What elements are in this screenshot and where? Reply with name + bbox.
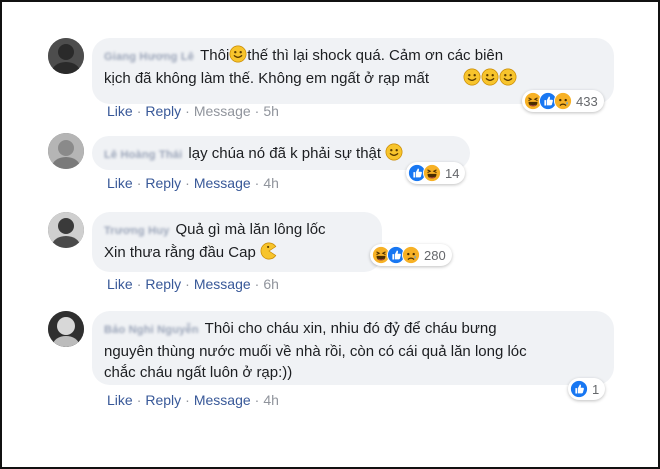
comment-timestamp[interactable]: 4h: [263, 175, 279, 191]
comment-timestamp[interactable]: 6h: [263, 276, 279, 292]
comment-text-line: Quả gì mà lăn lông lốc: [175, 221, 326, 238]
like-button[interactable]: Like: [107, 392, 133, 408]
slightly-smiling-emoji-icon: [499, 68, 517, 86]
comment-text-line: thế thì lại shock quá. Cảm ơn các biên: [247, 47, 504, 64]
separator-dot: ·: [136, 392, 142, 408]
avatar[interactable]: [48, 212, 84, 248]
reaction-count: 433: [576, 93, 598, 109]
comment-text-line: Thôi: [200, 47, 230, 64]
sad-reaction-icon: [554, 92, 572, 110]
comment-author[interactable]: Trương Huy: [104, 225, 169, 237]
reaction-summary[interactable]: 1: [568, 378, 606, 400]
reaction-summary[interactable]: 433: [522, 90, 604, 112]
separator-dot: ·: [254, 276, 260, 292]
comment-actions: Like · Reply · Message · 5h: [107, 103, 279, 119]
slightly-smiling-emoji-icon: [463, 68, 481, 86]
avatar[interactable]: [48, 133, 84, 169]
pacman-emoji-icon: [260, 242, 278, 260]
separator-dot: ·: [185, 392, 190, 408]
separator-dot: ·: [136, 175, 142, 191]
reply-button[interactable]: Reply: [145, 276, 181, 292]
comment-text-line: Xin thưa rằng đầu Cap: [104, 244, 256, 261]
comment-text-line: nguyên thùng nước muối về nhà rồi, còn c…: [104, 343, 527, 360]
like-button[interactable]: Like: [107, 175, 133, 191]
separator-dot: ·: [136, 276, 142, 292]
comment-author[interactable]: Giang Hương Lê: [104, 51, 194, 63]
avatar[interactable]: [48, 38, 84, 74]
like-reaction-icon: [570, 380, 588, 398]
comment-text-line: lạy chúa nó đã k phải sự thật: [188, 145, 382, 162]
comment-text-line: chắc cháu ngất luôn ở rạp:)): [104, 364, 293, 381]
comment-bubble: Bảo Nghi Nguyễn Thôi cho cháu xin, nhiu đ…: [92, 311, 614, 385]
reaction-count: 280: [424, 247, 446, 263]
comment-bubble: Trương Huy Quả gì mà lăn lông lốc Xin thư…: [92, 212, 382, 272]
separator-dot: ·: [254, 103, 260, 119]
message-button[interactable]: Message: [194, 276, 251, 292]
slightly-smiling-emoji-icon: [229, 45, 247, 63]
comment-timestamp[interactable]: 5h: [263, 103, 279, 119]
message-button[interactable]: Message: [194, 103, 251, 119]
separator-dot: ·: [185, 103, 190, 119]
comment-text-line: Thôi cho cháu xin, nhiu đó đỷ để cháu bư…: [204, 320, 497, 337]
avatar[interactable]: [48, 311, 84, 347]
reply-button[interactable]: Reply: [145, 392, 181, 408]
reply-button[interactable]: Reply: [145, 103, 181, 119]
like-button[interactable]: Like: [107, 276, 133, 292]
message-button[interactable]: Message: [194, 392, 251, 408]
comment-thread-frame: Giang Hương Lê Thôi thế thì lại shock quá.…: [0, 0, 660, 469]
separator-dot: ·: [136, 103, 142, 119]
separator-dot: ·: [185, 175, 190, 191]
separator-dot: ·: [185, 276, 190, 292]
reaction-count: 14: [445, 165, 460, 181]
slightly-smiling-emoji-icon: [385, 143, 403, 161]
message-button[interactable]: Message: [194, 175, 251, 191]
comment-author[interactable]: Bảo Nghi Nguyễn: [104, 324, 199, 336]
comment-actions: Like · Reply · Message · 4h: [107, 175, 279, 191]
comment-actions: Like · Reply · Message · 4h: [107, 392, 279, 408]
comment-author[interactable]: Lê Hoàng Thái: [104, 149, 182, 161]
separator-dot: ·: [254, 175, 260, 191]
comment-timestamp[interactable]: 4h: [263, 392, 279, 408]
reaction-summary[interactable]: 14: [406, 162, 466, 184]
comment-text-line: kịch đã không làm thế. Không em ngất ở r…: [104, 70, 430, 87]
like-button[interactable]: Like: [107, 103, 133, 119]
haha-reaction-icon: [423, 164, 441, 182]
sad-reaction-icon: [402, 246, 420, 264]
comment-actions: Like · Reply · Message · 6h: [107, 276, 279, 292]
separator-dot: ·: [254, 392, 260, 408]
reaction-summary[interactable]: 280: [370, 244, 452, 266]
reply-button[interactable]: Reply: [145, 175, 181, 191]
reaction-count: 1: [592, 381, 600, 397]
slightly-smiling-emoji-icon: [481, 68, 499, 86]
